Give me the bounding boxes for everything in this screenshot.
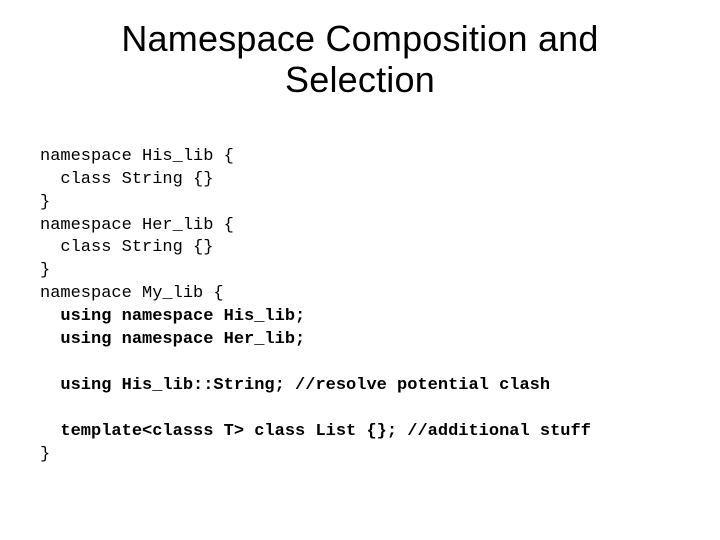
slide: Namespace Composition and Selection name…	[0, 0, 720, 540]
code-line: namespace Her_lib {	[40, 216, 234, 235]
code-line: namespace His_lib {	[40, 147, 234, 166]
code-line: class String {}	[40, 238, 213, 257]
code-line: class String {}	[40, 170, 213, 189]
code-line: }	[40, 445, 50, 464]
code-line-bold: template<classs T> class List {}; //addi…	[40, 422, 591, 441]
code-line: }	[40, 193, 50, 212]
code-line: namespace My_lib {	[40, 284, 224, 303]
code-line-bold: using His_lib::String; //resolve potenti…	[40, 376, 550, 395]
code-line: }	[40, 261, 50, 280]
code-block: namespace His_lib { class String {} } na…	[40, 123, 680, 467]
code-line-bold: using namespace His_lib;	[40, 307, 305, 326]
code-line-bold: using namespace Her_lib;	[40, 330, 305, 349]
slide-title: Namespace Composition and Selection	[40, 18, 680, 101]
